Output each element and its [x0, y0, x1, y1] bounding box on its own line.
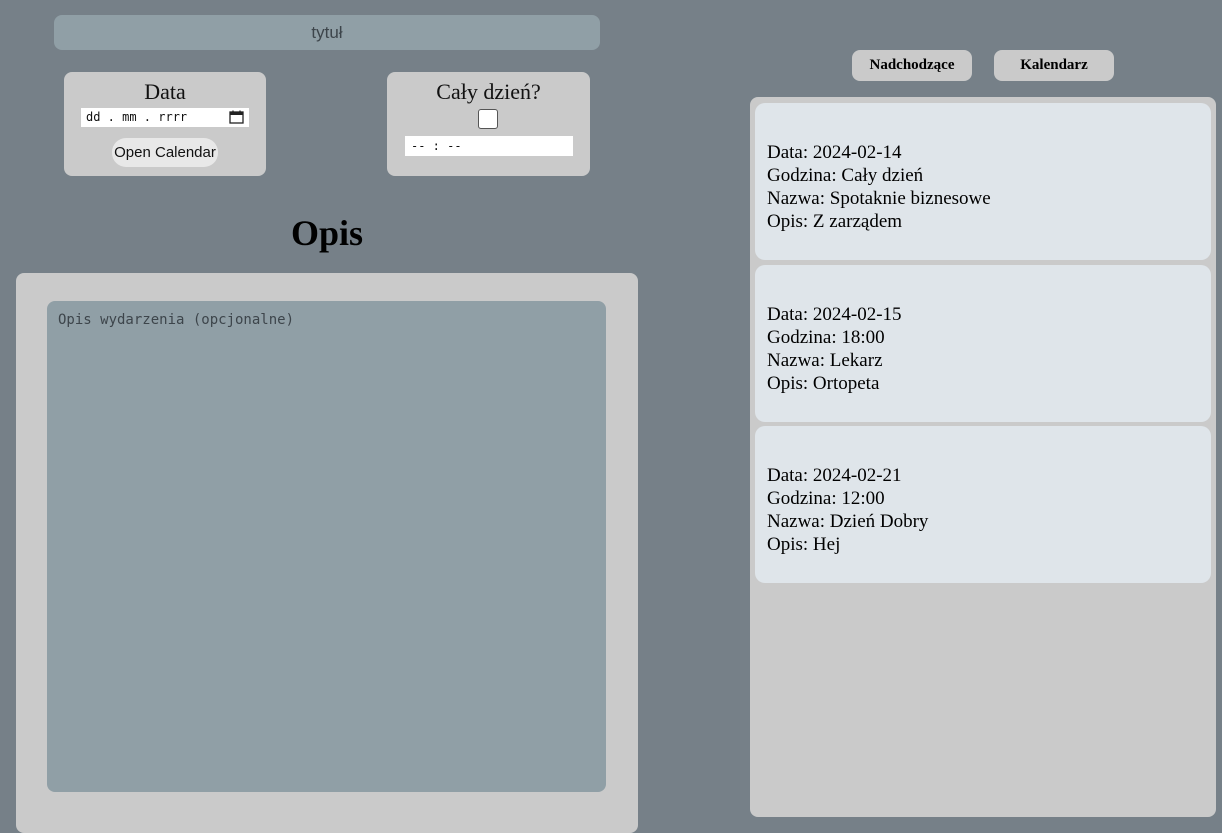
event-date: Data: 2024-02-21 — [767, 465, 902, 486]
upcoming-button[interactable]: Nadchodzące — [852, 50, 972, 81]
description-panel — [16, 273, 638, 833]
description-textarea[interactable] — [47, 301, 606, 792]
description-heading: Opis — [290, 213, 364, 253]
open-calendar-button[interactable]: Open Calendar — [112, 138, 218, 167]
all-day-checkbox[interactable] — [478, 109, 498, 129]
event-description: Opis: Ortopeta — [767, 373, 880, 394]
event-name: Nazwa: Lekarz — [767, 350, 883, 371]
event-name: Nazwa: Spotaknie biznesowe — [767, 188, 991, 209]
event-name: Nazwa: Dzień Dobry — [767, 511, 929, 532]
title-input[interactable] — [54, 15, 600, 50]
event-date: Data: 2024-02-14 — [767, 142, 902, 163]
event-time: Godzina: 12:00 — [767, 488, 885, 509]
events-panel: Data: 2024-02-14 Godzina: Cały dzień Naz… — [750, 97, 1216, 817]
calendar-button[interactable]: Kalendarz — [994, 50, 1114, 81]
date-placeholder: dd . mm . rrrr — [86, 110, 188, 124]
all-day-card: Cały dzień? -- : -- — [387, 72, 590, 176]
event-date: Data: 2024-02-15 — [767, 304, 902, 325]
event-time: Godzina: Cały dzień — [767, 165, 924, 186]
date-input[interactable]: dd . mm . rrrr — [81, 108, 249, 127]
event-description: Opis: Hej — [767, 534, 841, 555]
all-day-label: Cały dzień? — [436, 79, 541, 104]
event-card[interactable]: Data: 2024-02-15 Godzina: 18:00 Nazwa: L… — [755, 265, 1211, 422]
calendar-icon[interactable] — [229, 110, 244, 124]
event-card[interactable]: Data: 2024-02-21 Godzina: 12:00 Nazwa: D… — [755, 426, 1211, 583]
date-label: Data — [144, 79, 186, 104]
time-input[interactable]: -- : -- — [405, 136, 573, 156]
event-description: Opis: Z zarządem — [767, 211, 903, 232]
time-placeholder: -- : -- — [411, 139, 462, 153]
event-card[interactable]: Data: 2024-02-14 Godzina: Cały dzień Naz… — [755, 103, 1211, 260]
event-time: Godzina: 18:00 — [767, 327, 885, 348]
date-card: Data dd . mm . rrrr Open Calendar — [64, 72, 266, 176]
